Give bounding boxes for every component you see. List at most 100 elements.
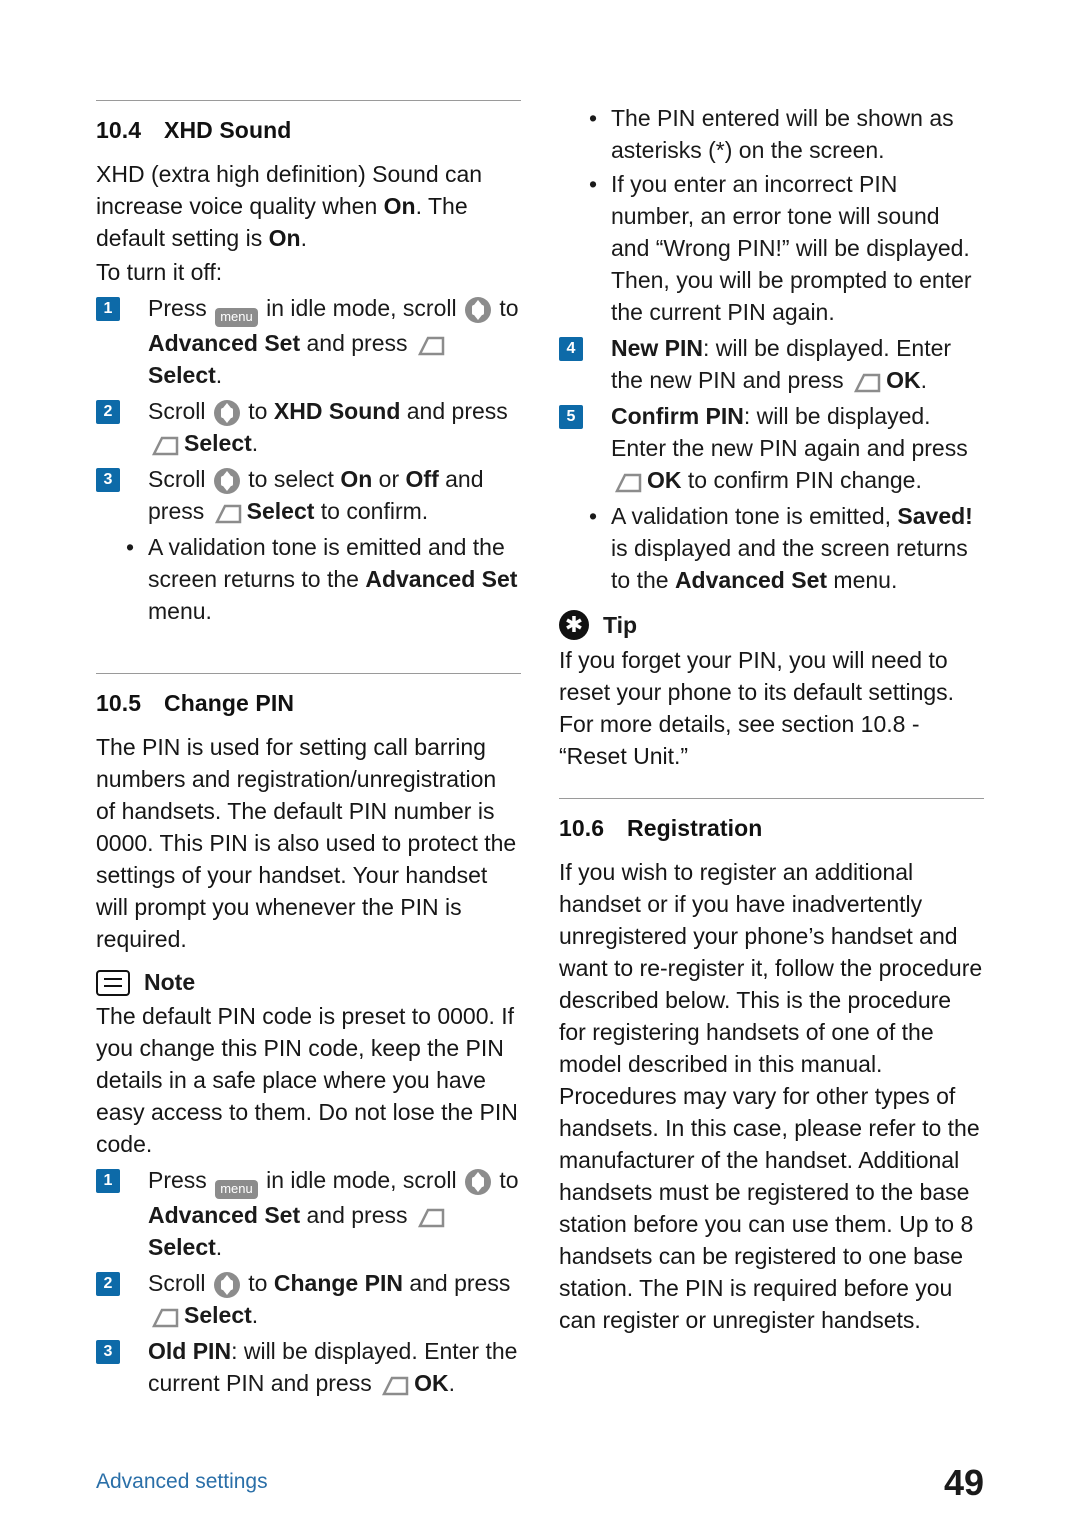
step-text: .: [251, 430, 259, 456]
step-bold: XHD Sound: [273, 398, 401, 424]
menu-key-icon: menu: [215, 308, 258, 327]
section-number: 10.5: [96, 690, 142, 716]
step-bold: Confirm PIN: [611, 403, 744, 429]
bullet-dot: •: [589, 105, 598, 131]
step-bold: OK: [647, 467, 682, 493]
bullet-item: • A validation tone is emitted and the sc…: [96, 531, 521, 627]
note-callout: Note The default PIN code is preset to 0…: [96, 969, 521, 1160]
step-bold: Off: [405, 466, 439, 492]
nav-key-icon: [213, 468, 240, 494]
step-item: 3 Old PIN: will be displayed. Enter the …: [96, 1335, 521, 1399]
bullet-text: menu.: [827, 567, 898, 593]
section-divider: [96, 673, 521, 674]
bullet-text: A validation tone is emitted,: [611, 503, 898, 529]
tip-callout: ✱ Tip If you forget your PIN, you will n…: [559, 610, 984, 772]
step-text: in idle mode, scroll: [259, 1167, 463, 1193]
xhd-intro-3: .: [300, 225, 307, 251]
footer-chapter-label: Advanced settings: [96, 1470, 268, 1493]
step-text: .: [251, 1302, 259, 1328]
step-text: in idle mode, scroll: [259, 295, 463, 321]
left-column: 10.4 XHD Sound XHD (extra high definition…: [96, 100, 521, 1403]
bullet-bold: Saved!: [897, 503, 973, 529]
note-icon: [96, 969, 130, 996]
step-text: to confirm PIN change.: [681, 467, 922, 493]
pin-steps-list: 4 New PIN: will be displayed. Enter the …: [559, 332, 984, 496]
tip-text: If you forget your PIN, you will need to…: [559, 647, 955, 769]
step-bold: Advanced Set: [148, 1202, 301, 1228]
step-text: .: [215, 1234, 223, 1260]
nav-key-icon: [464, 297, 491, 323]
step-number: 3: [96, 1340, 120, 1364]
section-title: XHD Sound: [164, 117, 292, 143]
registration-paragraph: If you wish to register an additional ha…: [559, 859, 983, 1333]
step-text: .: [215, 362, 223, 388]
bullet-text: If you enter an incorrect PIN number, an…: [611, 171, 972, 325]
asterisk-icon: ✱: [559, 610, 589, 640]
step-bold: Change PIN: [273, 1270, 403, 1296]
soft-key-icon: [614, 472, 644, 494]
tip-label: Tip: [603, 611, 638, 638]
section-title: Change PIN: [164, 690, 295, 716]
xhd-bullet-list: • A validation tone is emitted and the sc…: [96, 531, 521, 627]
soft-key-icon: [417, 335, 447, 357]
step-bold: Select: [184, 430, 252, 456]
step-text: Press: [148, 1167, 214, 1193]
step-item: 4 New PIN: will be displayed. Enter the …: [559, 332, 984, 396]
step-bold: On: [340, 466, 373, 492]
soft-key-icon: [417, 1207, 447, 1229]
bullet-dot: •: [589, 503, 598, 529]
section-divider: [96, 100, 521, 101]
section-number: 10.4: [96, 117, 142, 143]
step-item: 2 Scroll to Change PIN and press Select.: [96, 1267, 521, 1331]
section-heading-10-6: 10.6 Registration: [559, 815, 984, 842]
xhd-intro-on2: On: [268, 225, 301, 251]
tip-header: ✱ Tip: [559, 610, 984, 640]
step-bold: Select: [148, 362, 216, 388]
step-bold: Select: [148, 1234, 216, 1260]
note-text: The default PIN code is preset to 0000. …: [96, 1003, 518, 1157]
section-divider: [559, 798, 984, 799]
step-number: 2: [96, 1272, 120, 1296]
step-text: to confirm.: [314, 498, 429, 524]
bullet-text: menu.: [148, 598, 212, 624]
step-text: to: [492, 1167, 519, 1193]
step-text: and press: [300, 1202, 414, 1228]
bullet-item: • A validation tone is emitted, Saved! is…: [559, 500, 984, 596]
step-number: 3: [96, 468, 120, 492]
step-text: to: [492, 295, 519, 321]
step-bold: Old PIN: [148, 1338, 232, 1364]
step-text: to: [241, 1270, 274, 1296]
step-bold: New PIN: [611, 335, 704, 361]
step-bold: OK: [414, 1370, 449, 1396]
step-item: 5 Confirm PIN: will be displayed. Enter …: [559, 400, 984, 496]
xhd-steps-list: 1 Press menu in idle mode, scroll to Adv…: [96, 292, 521, 527]
step-number: 2: [96, 400, 120, 424]
step-bold: OK: [886, 367, 921, 393]
nav-key-icon: [464, 1169, 491, 1195]
section-title: Registration: [627, 815, 763, 841]
change-pin-steps-list: 1 Press menu in idle mode, scroll to Adv…: [96, 1164, 521, 1399]
bullet-bold: Advanced Set: [365, 566, 518, 592]
section-heading-10-4: 10.4 XHD Sound: [96, 117, 521, 144]
bullet-dot: •: [589, 171, 598, 197]
step-text: to select: [241, 466, 341, 492]
step-number: 5: [559, 405, 583, 429]
page-number: 49: [943, 1462, 984, 1503]
soft-key-icon: [853, 372, 883, 394]
bullet-dot: •: [126, 534, 135, 560]
nav-key-icon: [213, 400, 240, 426]
pin-bullet-list: • The PIN entered will be shown as asteri…: [559, 102, 984, 328]
step-text: and press: [300, 330, 414, 356]
step-item: 1 Press menu in idle mode, scroll to Adv…: [96, 292, 521, 391]
xhd-intro-paragraph: XHD (extra high definition) Sound can in…: [96, 158, 521, 254]
step-item: 1 Press menu in idle mode, scroll to Adv…: [96, 1164, 521, 1263]
step-text: Scroll: [148, 398, 212, 424]
saved-bullet-list: • A validation tone is emitted, Saved! is…: [559, 500, 984, 596]
note-header: Note: [96, 969, 521, 996]
bullet-bold: Advanced Set: [674, 567, 828, 593]
step-text: or: [372, 466, 406, 492]
bullet-text: The PIN entered will be shown as asteris…: [611, 105, 954, 163]
soft-key-icon: [381, 1375, 411, 1397]
xhd-turnoff-line: To turn it off:: [96, 259, 223, 285]
step-text: .: [920, 367, 927, 393]
